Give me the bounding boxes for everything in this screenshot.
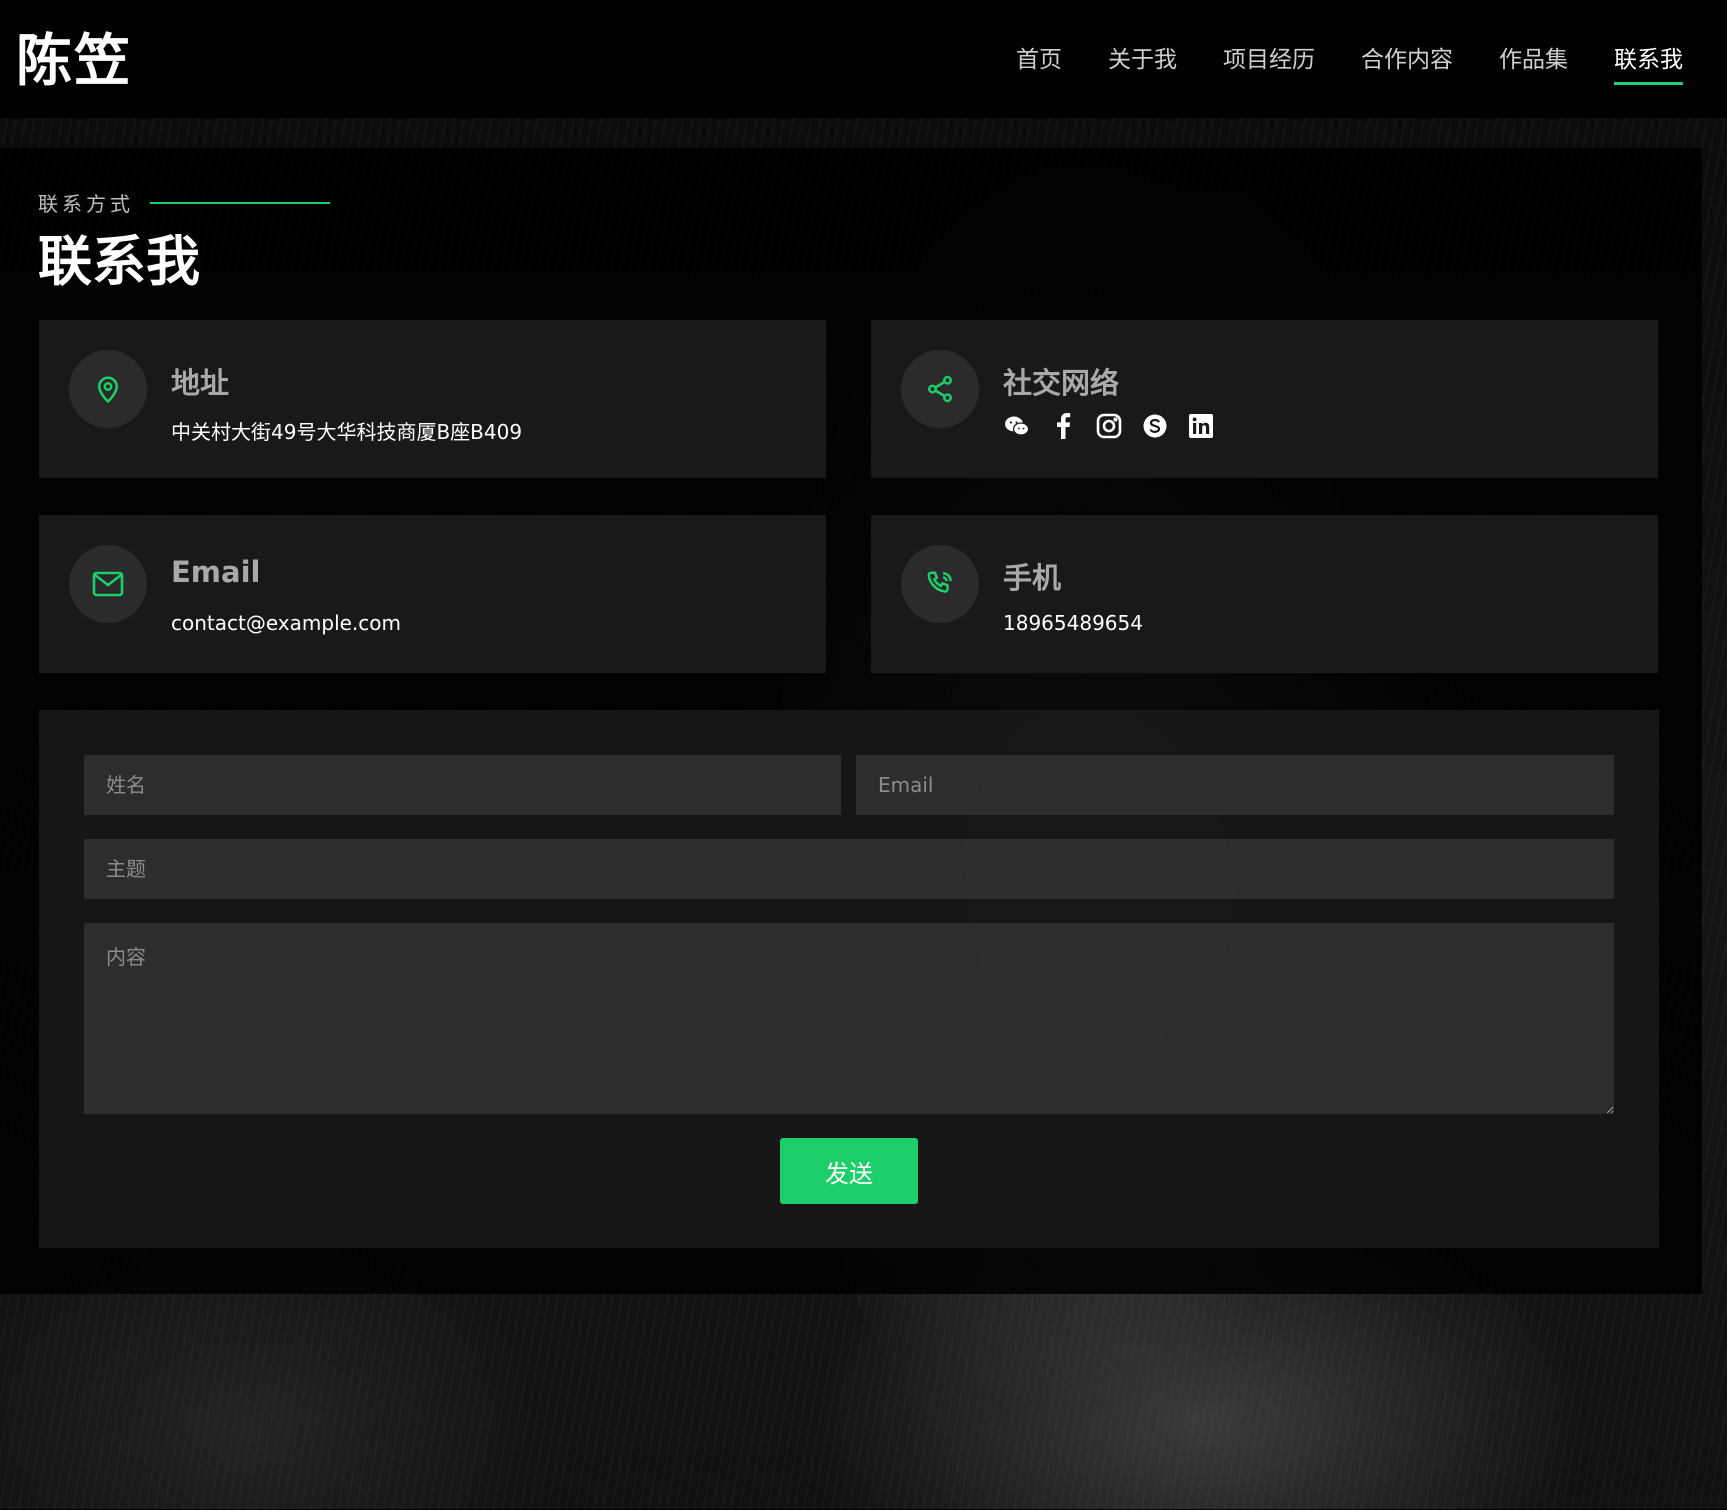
nav-item-cooperation[interactable]: 合作内容: [1361, 40, 1453, 80]
phone-title: 手机: [1003, 561, 1062, 595]
social-card: 社交网络: [871, 320, 1658, 478]
address-value: 中关村大街49号大华科技商厦B座B409: [171, 420, 523, 444]
subject-input[interactable]: [84, 839, 1614, 899]
nav-item-portfolio[interactable]: 作品集: [1499, 40, 1568, 80]
subtitle-divider: [150, 201, 330, 204]
phone-call-icon: [901, 545, 979, 623]
social-links: [1003, 412, 1215, 440]
message-textarea[interactable]: [84, 923, 1614, 1114]
name-input[interactable]: [84, 755, 841, 815]
nav-item-about[interactable]: 关于我: [1108, 40, 1177, 80]
location-pin-icon: [69, 350, 147, 428]
section-subtitle-row: 联系方式: [38, 188, 330, 217]
email-value[interactable]: contact@example.com: [171, 611, 401, 635]
phone-card: 手机 18965489654: [871, 515, 1658, 673]
nav-item-projects[interactable]: 项目经历: [1223, 40, 1315, 80]
nav-item-home[interactable]: 首页: [1016, 40, 1062, 80]
section-title: 联系我: [38, 229, 200, 293]
contact-form: 发送: [39, 710, 1659, 1248]
share-icon: [901, 350, 979, 428]
contact-section: 联系方式 联系我 地址 中关村大街49号大华科技商厦B座B409 社交网络 Em…: [0, 148, 1702, 1294]
section-subtitle: 联系方式: [38, 192, 134, 216]
skype-icon[interactable]: [1141, 412, 1169, 440]
address-card: 地址 中关村大街49号大华科技商厦B座B409: [39, 320, 826, 478]
send-button[interactable]: 发送: [780, 1138, 918, 1204]
email-card: Email contact@example.com: [39, 515, 826, 673]
linkedin-icon[interactable]: [1187, 412, 1215, 440]
nav-item-contact[interactable]: 联系我: [1614, 40, 1683, 85]
wechat-icon[interactable]: [1003, 412, 1031, 440]
envelope-icon: [69, 545, 147, 623]
phone-value[interactable]: 18965489654: [1003, 611, 1143, 635]
email-input[interactable]: [856, 755, 1614, 815]
site-header: 陈笠 首页 关于我 项目经历 合作内容 作品集 联系我: [0, 0, 1727, 118]
email-title: Email: [171, 555, 261, 589]
instagram-icon[interactable]: [1095, 412, 1123, 440]
main-nav: 首页 关于我 项目经历 合作内容 作品集 联系我: [1016, 40, 1683, 85]
social-title: 社交网络: [1003, 366, 1120, 400]
facebook-icon[interactable]: [1049, 412, 1077, 440]
address-title: 地址: [171, 366, 230, 400]
site-logo[interactable]: 陈笠: [16, 26, 132, 96]
